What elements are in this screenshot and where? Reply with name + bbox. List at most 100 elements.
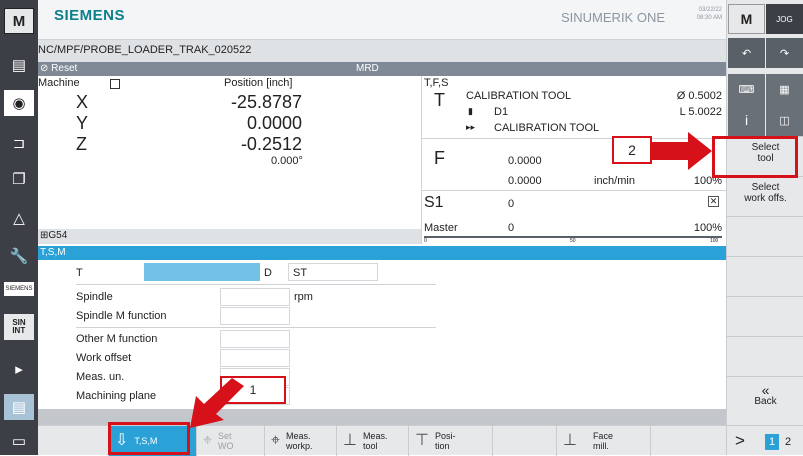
spindle-unit: rpm <box>294 291 313 303</box>
f-value-2: 0.0000 <box>508 175 542 187</box>
axis-x-label: X <box>76 92 89 112</box>
set-wo-label: Set WO <box>218 431 234 451</box>
callout-arrow-2 <box>652 132 712 170</box>
empty-softkey[interactable] <box>492 426 556 456</box>
tool-input[interactable] <box>144 263 260 281</box>
undo-icon[interactable]: ↶ <box>728 38 765 68</box>
tfs-title: T,F,S <box>424 77 449 89</box>
machine-checkbox[interactable] <box>110 79 120 89</box>
page-2[interactable]: 2 <box>785 434 791 450</box>
right-sidebar: M JOG ↶ ↷ ⌨ ▦ i ◫ Select tool Select wor… <box>726 0 803 455</box>
position-softkey[interactable]: ⊤ Posi- tion <box>408 426 492 456</box>
empty-softkey[interactable] <box>650 426 726 456</box>
empty-vsoftkey[interactable] <box>727 296 803 336</box>
set-wo-icon: ⌖ <box>203 432 213 449</box>
page-1[interactable]: 1 <box>765 434 779 450</box>
meas-workpiece-icon: ⌖ <box>271 432 281 449</box>
diagnostics-icon[interactable]: △ <box>4 205 34 231</box>
status-bar: ⊘ Reset MRD <box>38 62 726 76</box>
master-percent: 100% <box>693 222 722 234</box>
select-work-offset-softkey[interactable]: Select work offs. <box>727 176 803 216</box>
next-tool-icon: ▸▸ <box>466 122 476 132</box>
master-value: 0 <box>508 222 515 234</box>
tsm-form: T D ST Spindle rpm Spindle M function Ot… <box>38 260 726 409</box>
machine-mode-button[interactable]: M <box>728 4 765 34</box>
machining-plane-label: Machining plane <box>76 390 157 402</box>
work-offset-input[interactable] <box>220 349 290 367</box>
meas-tool-icon: ⊥ <box>343 432 357 449</box>
scale-0: 0 <box>424 238 427 244</box>
tsm-title: T,S,M <box>40 247 66 258</box>
axis-y-label: Y <box>76 113 89 133</box>
program-path: NC/MPF/PROBE_LOADER_TRAK_020522 <box>38 44 252 56</box>
tool-name: CALIBRATION TOOL <box>466 90 572 102</box>
other-m-label: Other M function <box>76 333 158 345</box>
wrench-icon[interactable]: 🔧 <box>4 243 34 269</box>
parameter-icon[interactable]: ◉ <box>4 90 34 116</box>
page-next-icon[interactable]: > <box>735 431 745 451</box>
spindle-m-input[interactable] <box>220 307 290 325</box>
program-icon[interactable]: ▤ <box>4 52 34 78</box>
meas-tool-softkey[interactable]: ⊥ Meas. tool <box>336 426 408 456</box>
left-sidebar: M ▤ ◉ ⊐ ❐ △ 🔧 SIEMENS SIN INT ▸ ▤ ▭ <box>0 0 38 455</box>
f-unit: inch/min <box>594 175 635 187</box>
screenshot-icon[interactable]: ◫ <box>766 104 803 136</box>
window-icon[interactable]: ❐ <box>4 166 34 192</box>
other-m-input[interactable] <box>220 330 290 348</box>
empty-vsoftkey[interactable] <box>727 256 803 296</box>
work-offset-bar: ⊞G54 <box>38 229 421 244</box>
machine-title: Machine <box>38 77 80 89</box>
siemens-icon[interactable]: SIEMENS <box>4 282 34 296</box>
tool-icon: ▮ <box>468 106 473 116</box>
meas-workpiece-label: Meas. workp. <box>286 431 313 451</box>
screen-icon[interactable]: ▭ <box>4 428 34 454</box>
program-manager-icon[interactable]: ⊐ <box>4 130 34 156</box>
sinumerik-icon[interactable]: SIN INT <box>4 314 34 340</box>
axis-z-label: Z <box>76 134 87 154</box>
product-name: SINUMERIK ONE <box>561 10 666 25</box>
face-mill-icon: ⊥ <box>563 432 577 449</box>
callout-box-1 <box>108 422 190 455</box>
meas-workpiece-softkey[interactable]: ⌖ Meas. workp. <box>264 426 336 456</box>
face-mill-label: Face mill. <box>592 431 613 451</box>
spindle-label: Spindle <box>76 291 113 303</box>
date-time: 03/22/22 08:30 AM <box>680 6 722 22</box>
st-label: ST <box>293 267 308 279</box>
info-icon[interactable]: i <box>728 104 765 136</box>
redo-icon[interactable]: ↷ <box>766 38 803 68</box>
tool-length: L 5.0022 <box>679 106 722 118</box>
calculator-icon[interactable]: ▦ <box>766 74 803 104</box>
f-value-1: 0.0000 <box>508 155 542 167</box>
empty-vsoftkey[interactable] <box>727 216 803 256</box>
tool-diameter: Ø 0.5002 <box>676 90 722 102</box>
empty-vsoftkey[interactable] <box>727 336 803 376</box>
work-offset-label: Work offset <box>76 352 132 364</box>
list-icon[interactable]: ▤ <box>4 394 34 420</box>
tfs-s-label: S1 <box>424 194 444 211</box>
s-value: 0 <box>508 198 515 210</box>
jog-button[interactable]: JOG <box>766 4 803 34</box>
t-label: T <box>76 267 83 279</box>
spindle-input[interactable] <box>220 288 290 306</box>
spindle-m-label: Spindle M function <box>76 310 167 322</box>
divider <box>76 284 436 285</box>
machine-m-icon[interactable]: M <box>4 8 34 34</box>
d-label: D <box>264 267 272 279</box>
work-offset-value: G54 <box>48 230 68 241</box>
tfs-f-label: F <box>434 148 445 168</box>
next-tool-name: CALIBRATION TOOL <box>494 122 600 134</box>
face-mill-softkey[interactable]: ⊥ Face mill. <box>556 426 650 456</box>
callout-box-2 <box>712 136 798 178</box>
program-path-bar: NC/MPF/PROBE_LOADER_TRAK_020522 <box>38 40 726 62</box>
axis-x-value: -25.8787 <box>230 92 302 112</box>
tsm-header: T,S,M <box>38 246 726 260</box>
position-label: Posi- tion <box>434 431 456 451</box>
st-input[interactable]: ST <box>288 263 378 281</box>
keyboard-icon[interactable]: ⌨ <box>728 74 765 104</box>
arrow-right-icon[interactable]: ▸ <box>4 356 34 382</box>
axis-y-value: 0.0000 <box>246 113 302 133</box>
back-softkey[interactable]: «Back <box>727 376 803 424</box>
tfs-d-label: D1 <box>494 106 509 118</box>
meas-tool-label: Meas. tool <box>362 431 388 451</box>
brand-logo: SIEMENS <box>54 7 126 24</box>
